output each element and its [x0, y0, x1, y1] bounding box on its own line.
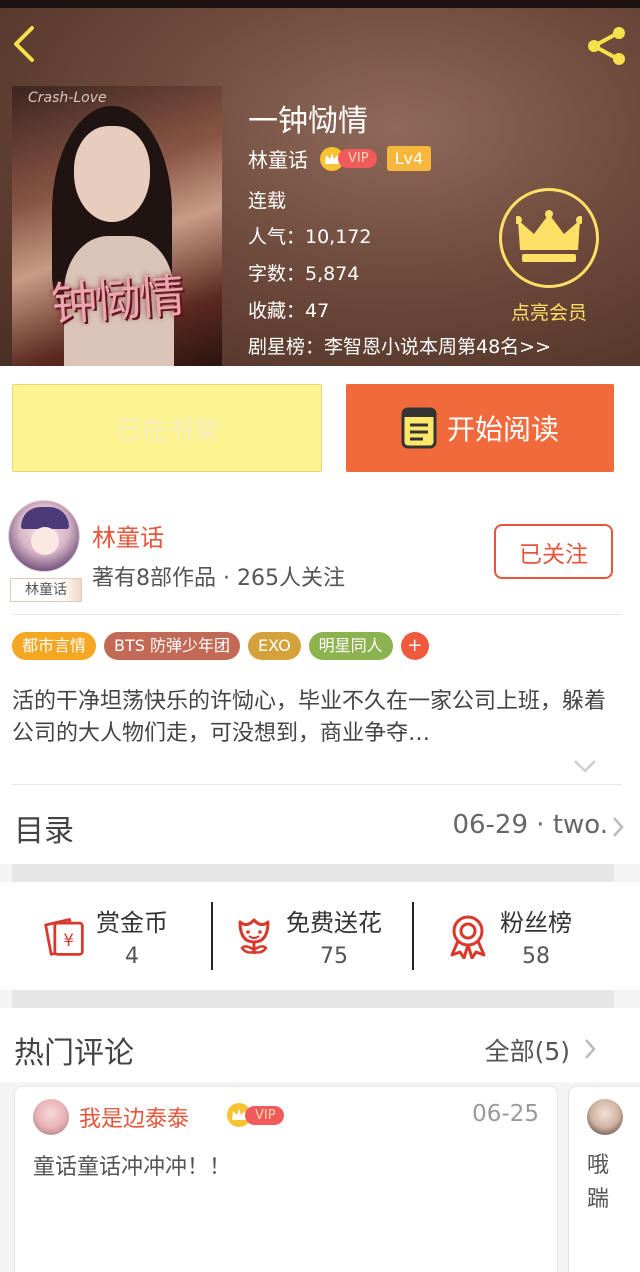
- book-title: 一钟恸情: [248, 104, 368, 139]
- level-badge: Lv4: [386, 146, 432, 171]
- tag-chip[interactable]: EXO: [248, 632, 301, 660]
- section-separator: [12, 990, 614, 1008]
- hot-comments-section: 热门评论 全部(5) 我是边泰泰 VIP 06-25 童话童话冲冲冲！！ 哦踹: [0, 1008, 640, 1272]
- reward-coins-value: 4: [125, 944, 139, 969]
- chevron-right-icon: [613, 817, 624, 837]
- author-avatar[interactable]: [8, 500, 80, 572]
- commenter-avatar[interactable]: [587, 1099, 623, 1135]
- vip-label: VIP: [245, 1105, 284, 1125]
- author-card: 林童话 林童话 著有8部作品 · 265人关注 已关注: [0, 490, 640, 614]
- tag-chip[interactable]: BTS 防弹少年团: [104, 632, 241, 660]
- book-cover-image[interactable]: Crash-Love 钟恸情: [12, 86, 222, 366]
- back-button[interactable]: [4, 20, 44, 68]
- chevron-left-icon: [14, 26, 34, 62]
- comment-card[interactable]: 我是边泰泰 VIP 06-25 童话童话冲冲冲！！: [14, 1086, 558, 1272]
- latest-chapter[interactable]: 06-29 · two.: [452, 810, 608, 840]
- follow-button[interactable]: 已关注: [494, 524, 613, 579]
- tag-chip[interactable]: 明星同人: [308, 632, 393, 660]
- chevron-down-icon: [574, 760, 596, 773]
- reward-coins-stat[interactable]: ¥ 赏金币 4: [42, 882, 168, 990]
- svg-text:¥: ¥: [63, 931, 73, 950]
- description-section: 都市言情 BTS 防弹少年团 EXO 明星同人 + 活的干净坦荡快乐的许恸心，毕…: [0, 614, 640, 784]
- book-status: 连载: [248, 190, 287, 212]
- book-favorites: 收藏：47: [248, 300, 330, 322]
- book-ranking-link[interactable]: 剧星榜：李智恩小说本周第48名>>: [248, 332, 551, 359]
- vip-badge: VIP: [320, 146, 377, 171]
- action-bar: 已在书架 开始阅读: [0, 366, 640, 490]
- share-icon: [588, 27, 625, 65]
- cover-title-art: 钟恸情: [49, 268, 185, 332]
- fan-ranking-value: 58: [522, 944, 550, 969]
- member-crown-button[interactable]: [499, 188, 599, 288]
- divider: [12, 614, 622, 615]
- author-avatar-tag: 林童话: [10, 578, 82, 602]
- free-flowers-stat[interactable]: 免费送花 75: [232, 882, 382, 990]
- start-reading-label: 开始阅读: [446, 413, 559, 446]
- vip-label: VIP: [338, 149, 377, 168]
- add-tag-button[interactable]: +: [400, 632, 429, 660]
- commenter-avatar[interactable]: [33, 1099, 69, 1135]
- member-label[interactable]: 点亮会员: [490, 298, 608, 325]
- catalog-arrow[interactable]: [612, 816, 624, 842]
- tag-list: 都市言情 BTS 防弹少年团 EXO 明星同人 +: [12, 632, 429, 660]
- divider: [211, 902, 213, 970]
- share-button[interactable]: [582, 22, 632, 70]
- book-popularity: 人气：10,172: [248, 226, 372, 248]
- flower-icon: [232, 914, 276, 958]
- author-stats: 著有8部作品 · 265人关注: [92, 566, 345, 591]
- book-author-row: 林童话 VIP Lv4: [248, 144, 432, 173]
- book-author-name[interactable]: 林童话: [248, 144, 308, 173]
- status-bar: [0, 0, 640, 8]
- crown-icon: [516, 210, 582, 262]
- chevron-right-icon: [585, 1039, 596, 1059]
- divider: [412, 902, 414, 970]
- all-comments-link[interactable]: 全部(5): [485, 1032, 570, 1068]
- free-flowers-value: 75: [320, 944, 348, 969]
- comments-header: 热门评论 全部(5): [0, 1008, 640, 1082]
- book-icon: [401, 407, 437, 449]
- comment-card[interactable]: 哦踹: [568, 1086, 640, 1272]
- on-shelf-button[interactable]: 已在书架: [12, 384, 322, 472]
- comment-text: 哦踹: [587, 1153, 610, 1212]
- commenter-name[interactable]: 我是边泰泰: [79, 1101, 189, 1133]
- author-name[interactable]: 林童话: [92, 518, 164, 553]
- start-reading-button[interactable]: 开始阅读: [346, 384, 614, 472]
- divider: [12, 784, 622, 785]
- vip-badge: VIP: [227, 1103, 284, 1127]
- reward-coins-label: 赏金币: [96, 909, 168, 937]
- section-separator: [12, 864, 614, 882]
- comment-date: 06-25: [472, 1101, 539, 1127]
- catalog-title: 目录: [14, 814, 74, 849]
- book-wordcount: 字数：5,874: [248, 263, 360, 285]
- comments-title: 热门评论: [14, 1036, 134, 1071]
- book-header: Crash-Love 钟恸情 一钟恸情 林童话 VIP Lv4 连载 人气：10…: [0, 0, 640, 366]
- tag-chip[interactable]: 都市言情: [12, 632, 97, 660]
- medal-icon: [446, 914, 490, 959]
- red-envelope-icon: ¥: [42, 914, 86, 958]
- expand-description-button[interactable]: [572, 756, 598, 776]
- catalog-row[interactable]: 目录 06-29 · two.: [0, 784, 640, 864]
- comment-text: 童话童话冲冲冲！！: [33, 1155, 232, 1180]
- fan-ranking-stat[interactable]: 粉丝榜 58: [446, 882, 572, 990]
- fan-ranking-label: 粉丝榜: [500, 909, 572, 937]
- stats-row: ¥ 赏金币 4 免费送花 75 粉丝榜 58: [0, 882, 640, 990]
- cover-small-text: Crash-Love: [28, 90, 107, 106]
- book-description: 活的干净坦荡快乐的许恸心，毕业不久在一家公司上班，躲着公司的大人物们走，可没想到…: [12, 689, 607, 746]
- free-flowers-label: 免费送花: [286, 909, 382, 937]
- all-comments-arrow[interactable]: [584, 1038, 596, 1064]
